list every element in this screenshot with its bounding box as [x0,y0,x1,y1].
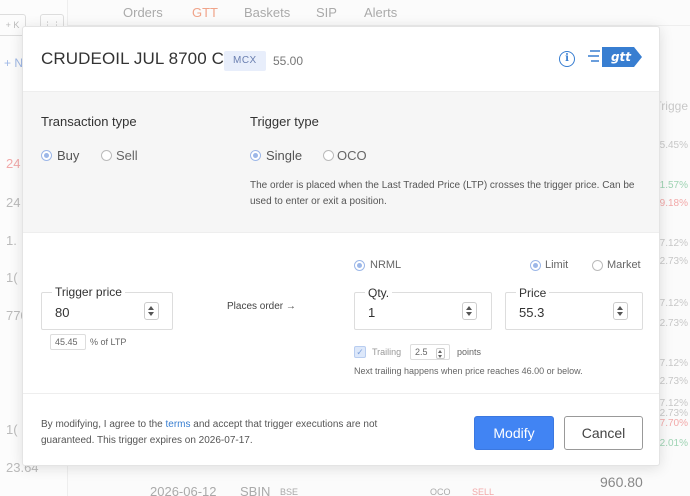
trailing-points-value[interactable]: 2.5 [415,347,428,357]
pct-of-ltp-input[interactable]: 45.45 [50,334,86,350]
bg-left-value: 24 [6,195,21,210]
bg-left-value: 1( [6,422,18,437]
bg-right-value: -9.18% [656,198,688,209]
bg-right-value: -7.12% [656,238,688,249]
trigger-type-description: The order is placed when the Last Traded… [250,180,635,207]
modal-header: CRUDEOIL JUL 8700 CE MCX 55.00 i gtt [23,27,659,91]
bg-right-value: -7.70% [656,418,688,429]
oco-radio-label[interactable]: OCO [337,148,367,163]
price-stepper[interactable] [613,302,628,320]
trigger-price-stepper[interactable] [144,302,159,320]
trailing-points-stepper[interactable] [436,348,445,359]
modify-button[interactable]: Modify [474,416,554,450]
bg-left-value: 1( [6,270,18,285]
market-radio-label[interactable]: Market [607,259,641,271]
sell-radio-label[interactable]: Sell [116,148,138,163]
buy-radio[interactable] [41,150,52,161]
tab-alerts[interactable]: Alerts [364,5,397,20]
trigger-price-value[interactable]: 80 [55,305,69,320]
modal-footer: By modifying, I agree to the terms and a… [23,393,659,467]
qty-label: Qty. [365,286,393,300]
price-label: Price [516,286,550,300]
buy-radio-label[interactable]: Buy [57,148,79,163]
single-radio[interactable] [250,150,261,161]
bg-row-type: OCO [430,487,451,496]
bg-right-value: 2.73% [659,256,688,267]
type-section: Transaction type Buy Sell Trigger type S… [23,91,659,233]
bg-row-symbol: SBIN [240,484,271,496]
next-trailing-text: Next trailing happens when price reaches… [354,366,583,376]
trailing-label: Trailing [372,347,402,357]
trailing-points-input[interactable]: 2.5 [410,344,450,360]
bg-right-value: -7.12% [656,298,688,309]
exchange-badge: MCX [224,51,266,71]
tab-sip[interactable]: SIP [316,5,337,20]
gtt-logo: gtt [588,47,642,67]
limit-radio[interactable] [530,260,541,271]
sell-radio[interactable] [101,150,112,161]
limit-radio-label[interactable]: Limit [545,259,568,271]
trailing-checkbox[interactable]: ✓ [354,346,366,358]
nrml-radio-label[interactable]: NRML [370,259,401,271]
pct-of-ltp-label: % of LTP [90,337,127,347]
bg-right-value: 2.73% [659,318,688,329]
gtt-logo-text: gtt [611,50,632,64]
tab-orders[interactable]: Orders [123,5,163,20]
disclaimer: By modifying, I agree to the terms and a… [41,417,391,449]
bg-left-value: 24 [6,156,21,171]
oco-radio[interactable] [323,150,334,161]
trigger-price-label: Trigger price [52,285,125,299]
bg-bottom-row: 2026-06-12 SBIN BSE OCO SELL 960.80 [110,474,670,496]
ltp-value: 55.00 [273,54,304,68]
info-icon[interactable]: i [559,51,575,67]
gtt-modify-modal: CRUDEOIL JUL 8700 CE MCX 55.00 i gtt Tra… [22,26,660,466]
bg-right-value: -7.12% [656,358,688,369]
instrument-title: CRUDEOIL JUL 8700 CE [41,49,236,68]
cancel-button[interactable]: Cancel [564,416,643,450]
market-radio[interactable] [592,260,603,271]
bg-row-price: 960.80 [600,474,643,490]
nrml-radio[interactable] [354,260,365,271]
places-order-label: Places order → [227,301,296,312]
bg-right-value: 2.01% [659,438,688,449]
bg-left-value: 1. [6,233,17,248]
bg-right-value: 1.57% [659,180,688,191]
tab-baskets[interactable]: Baskets [244,5,290,20]
single-radio-label[interactable]: Single [266,148,302,163]
trigger-type-label: Trigger type [250,114,319,129]
trailing-unit: points [457,347,482,357]
bg-row-exchange: BSE [280,487,299,496]
qty-value[interactable]: 1 [368,305,375,320]
price-value[interactable]: 55.3 [519,305,544,320]
bg-row-date: 2026-06-12 [150,484,217,496]
background-nav: Orders GTT Baskets SIP Alerts [68,0,690,26]
qty-stepper[interactable] [462,302,477,320]
new-button[interactable]: + N [4,56,23,70]
transaction-type-label: Transaction type [41,114,137,129]
disclaimer-pre: By modifying, I agree to the [41,419,166,430]
bg-row-side: SELL [472,487,495,496]
terms-link[interactable]: terms [166,419,191,430]
bg-right-value: 2.73% [659,376,688,387]
tab-gtt[interactable]: GTT [192,5,218,20]
